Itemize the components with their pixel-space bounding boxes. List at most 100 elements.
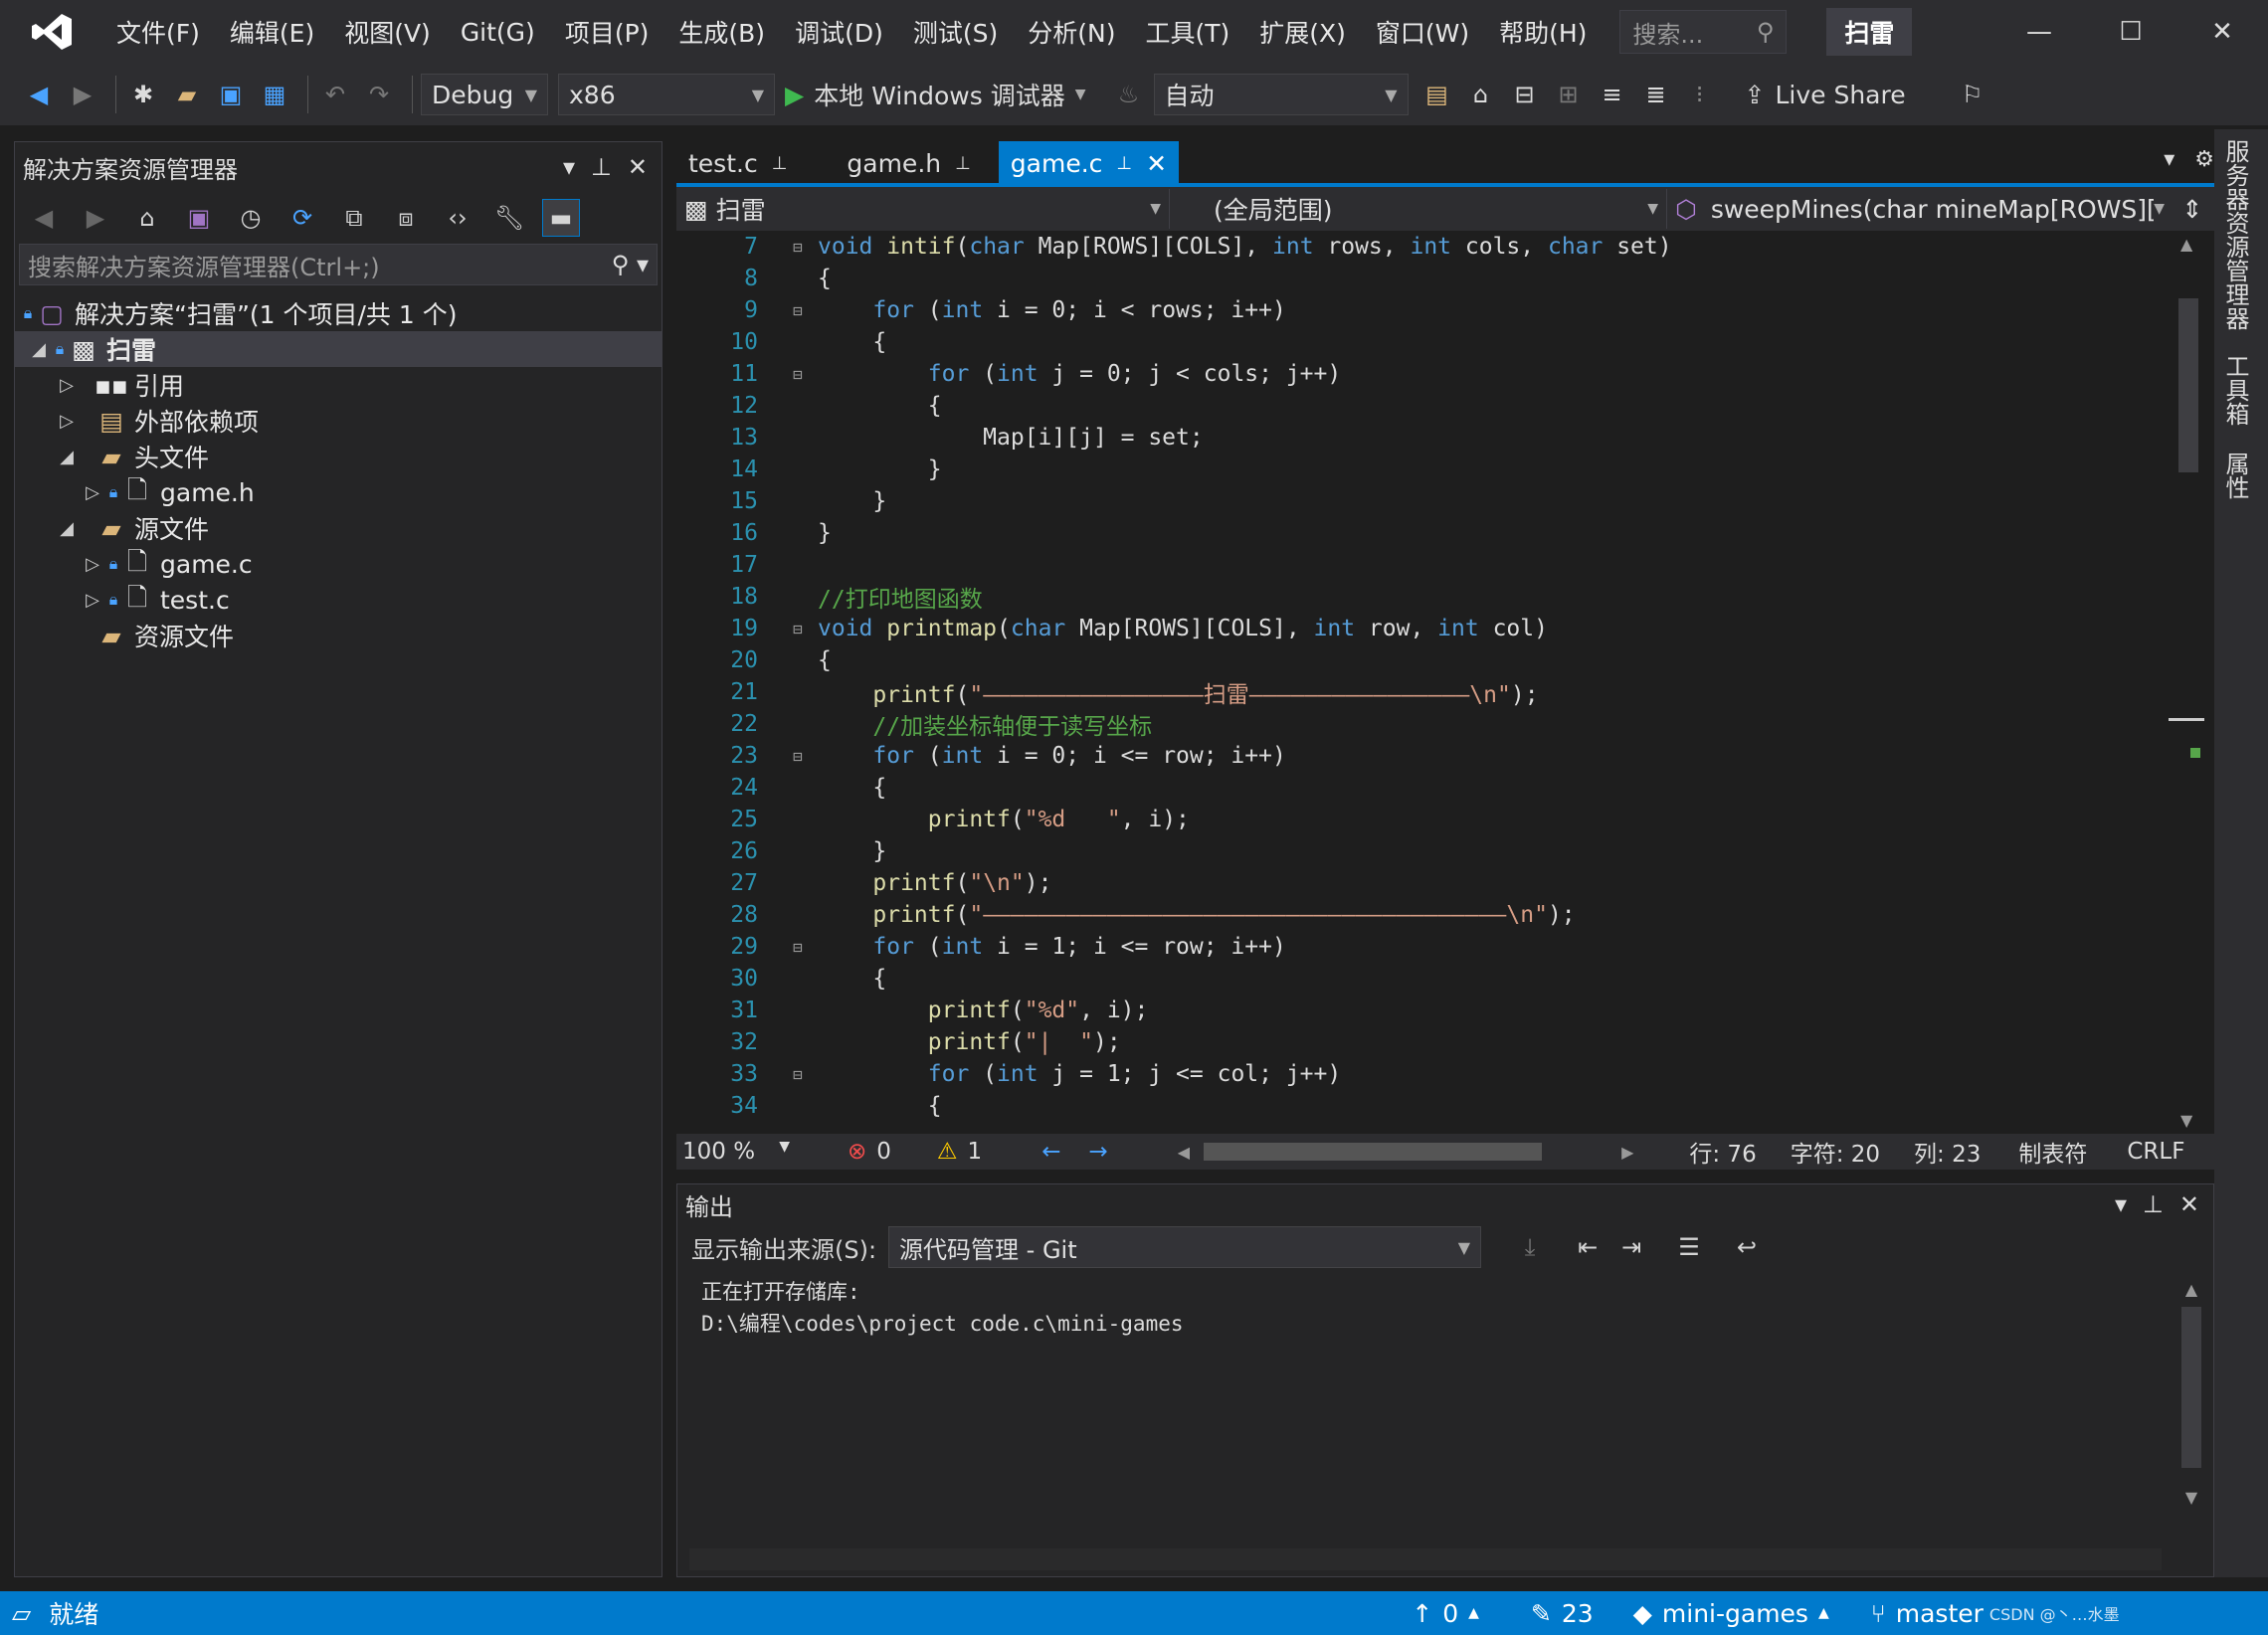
tab-test-c[interactable]: test.c ⊥ — [676, 141, 799, 185]
code-line[interactable]: 21 printf("————————————————扫雷———————————… — [676, 676, 2169, 708]
feedback-icon[interactable]: ⚐ — [1954, 76, 1991, 113]
hscroll-right-icon[interactable]: ▶ — [1621, 1143, 1633, 1162]
repo-selector[interactable]: ◆ mini-games ▲ — [1633, 1599, 1829, 1628]
search-input[interactable]: 搜索... ⚲ — [1619, 10, 1788, 54]
pending-edits[interactable]: ✎ 23 — [1531, 1599, 1594, 1628]
live-share-button[interactable]: ⇪ Live Share — [1745, 81, 1906, 109]
collapse-region-icon[interactable]: ⊟ — [778, 938, 818, 957]
split-icon[interactable]: ⇕ — [2173, 195, 2212, 224]
save-icon[interactable]: ▣ — [212, 76, 250, 113]
chevron-down-icon[interactable]: ▾ — [563, 153, 575, 181]
config-dropdown[interactable]: Debug ▼ — [421, 74, 548, 115]
menu-analyze[interactable]: 分析(N) — [1013, 14, 1130, 50]
collapsed-icon[interactable]: ▷ — [55, 411, 79, 432]
menu-test[interactable]: 测试(S) — [898, 14, 1013, 50]
code-line[interactable]: 23 ⊟ for (int i = 0; i <= row; i++) — [676, 740, 2169, 772]
next-message-icon[interactable]: ⇥ — [1612, 1228, 1650, 1266]
visual-studio-logo-icon[interactable] — [22, 12, 82, 52]
zoom-dropdown[interactable]: 100 % ▼ — [676, 1139, 796, 1165]
member-dropdown[interactable]: ⬡ sweepMines(char mineMap[ROWS][C ▼ — [1667, 189, 2173, 229]
scrollbar-thumb[interactable] — [2178, 298, 2198, 472]
uncomment-icon[interactable]: ⊞ — [1550, 76, 1588, 113]
close-window-icon[interactable]: ✕ — [2176, 0, 2268, 64]
expanded-icon[interactable]: ◢ — [27, 339, 51, 360]
code-line[interactable]: 26 } — [676, 835, 2169, 867]
expanded-icon[interactable]: ◢ — [55, 447, 79, 467]
code-line[interactable]: 22 //加装坐标轴便于读写坐标 — [676, 708, 2169, 740]
output-text[interactable]: 正在打开存储库: D:\编程\codes\project code.c\mini-… — [701, 1276, 1184, 1340]
comment-icon[interactable]: ⊟ — [1506, 76, 1544, 113]
gear-icon[interactable]: ⚙ — [2194, 147, 2214, 172]
maximize-icon[interactable]: ☐ — [2085, 0, 2176, 64]
collapse-region-icon[interactable]: ⊟ — [778, 238, 818, 257]
tab-overflow-icon[interactable]: ▾ — [2164, 147, 2174, 172]
tree-item-project[interactable]: ◢ 🔒︎ ▩ 扫雷 — [15, 331, 662, 367]
preview-icon[interactable]: ▬ — [542, 199, 580, 237]
code-line[interactable]: 16} — [676, 517, 2169, 549]
platform-dropdown[interactable]: x86 ▼ — [558, 74, 775, 115]
open-folder-icon[interactable]: ▰ — [168, 76, 206, 113]
line-indicator[interactable]: 行: 76 — [1689, 1135, 1756, 1169]
scroll-down-icon[interactable]: ▼ — [2180, 1111, 2192, 1130]
menu-file[interactable]: 文件(F) — [101, 14, 215, 50]
tree-item-solution[interactable]: 🔒︎ ▢ 解决方案“扫雷”(1 个项目/共 1 个) — [15, 295, 662, 331]
collapsed-icon[interactable]: ▷ — [55, 375, 79, 396]
menu-view[interactable]: 视图(V) — [329, 14, 446, 50]
find-in-files-icon[interactable]: ▤ — [1418, 76, 1456, 113]
menu-debug[interactable]: 调试(D) — [780, 14, 898, 50]
toolbar-overflow-icon[interactable]: ⁝ — [1681, 76, 1719, 113]
redo-icon[interactable]: ↷ — [360, 76, 398, 113]
code-line[interactable]: 12 { — [676, 390, 2169, 422]
push-count[interactable]: ↑ 0 ▲ — [1412, 1599, 1479, 1628]
tree-item-game-c[interactable]: ▷ 🔒︎ 🗋︎ game.c — [15, 546, 662, 582]
hscroll-left-icon[interactable]: ◀ — [1178, 1143, 1190, 1162]
scroll-up-icon[interactable]: ▲ — [2180, 235, 2192, 254]
code-line[interactable]: 19 ⊟ void printmap(char Map[ROWS][COLS], i… — [676, 613, 2169, 644]
close-icon[interactable]: ✕ — [2179, 1190, 2199, 1218]
output-source-dropdown[interactable]: 源代码管理 - Git ▼ — [888, 1226, 1482, 1268]
code-line[interactable]: 33 ⊟ for (int j = 1; j <= col; j++) — [676, 1058, 2169, 1090]
new-project-icon[interactable]: ✱ — [124, 76, 162, 113]
auto-dropdown[interactable]: 自动 ▼ — [1153, 74, 1409, 115]
forward-icon[interactable]: ▶ — [64, 76, 101, 113]
error-count[interactable]: ⊗ 0 — [848, 1139, 891, 1165]
scroll-down-icon[interactable]: ▼ — [2174, 1488, 2209, 1507]
start-debugger-button[interactable]: ▶ 本地 Windows 调试器 ▼ — [785, 77, 1086, 112]
prev-message-icon[interactable]: ⇤ — [1569, 1228, 1606, 1266]
col-indicator[interactable]: 列: 23 — [1914, 1135, 1981, 1169]
collapsed-icon[interactable]: ▷ — [81, 590, 104, 611]
code-line[interactable]: 30 { — [676, 963, 2169, 995]
code-line[interactable]: 20 { — [676, 644, 2169, 676]
code-line[interactable]: 15 } — [676, 485, 2169, 517]
tabs-indicator[interactable]: 制表符 — [2018, 1135, 2087, 1169]
side-tab-server-explorer[interactable]: 服务器资源管理器 — [2218, 139, 2253, 330]
tree-item-game-h[interactable]: ▷ 🔒︎ 🗋︎ game.h — [15, 474, 662, 510]
code-line[interactable]: 18 //打印地图函数 — [676, 581, 2169, 613]
menu-edit[interactable]: 编辑(E) — [215, 14, 329, 50]
tree-item-references[interactable]: ▷ ▪▪ 引用 — [15, 367, 662, 403]
close-icon[interactable]: ✕ — [628, 153, 648, 181]
pin-icon[interactable]: ⊥ — [591, 153, 612, 181]
pending-changes-icon[interactable]: ◷ — [232, 199, 270, 237]
tree-item-test-c[interactable]: ▷ 🔒︎ 🗋︎ test.c — [15, 582, 662, 618]
code-line[interactable]: 9 ⊟ for (int i = 0; i < rows; i++) — [676, 294, 2169, 326]
collapse-region-icon[interactable]: ⊟ — [778, 1065, 818, 1084]
code-line[interactable]: 31 printf("%d", i); — [676, 995, 2169, 1026]
switch-views-icon[interactable]: ▣ — [180, 199, 218, 237]
output-vertical-scrollbar[interactable]: ▲ ▼ — [2174, 1280, 2209, 1529]
back-icon[interactable]: ◀ — [25, 199, 63, 237]
home-icon[interactable]: ⌂ — [128, 199, 166, 237]
menu-window[interactable]: 窗口(W) — [1361, 14, 1484, 50]
code-line[interactable]: 14 } — [676, 454, 2169, 485]
project-dropdown[interactable]: ▩ 扫雷 ▼ — [676, 189, 1170, 229]
show-all-files-icon[interactable]: ⧈ — [387, 199, 425, 237]
code-line[interactable]: 10 { — [676, 326, 2169, 358]
pin-icon[interactable]: ⊥ — [1116, 153, 1132, 174]
code-line[interactable]: 32 printf("| "); — [676, 1026, 2169, 1058]
back-icon[interactable]: ◀ — [20, 76, 58, 113]
scope-dropdown[interactable]: (全局范围) ▼ — [1170, 189, 1667, 229]
save-all-icon[interactable]: ▦ — [256, 76, 293, 113]
clear-all-icon[interactable]: ☰ — [1670, 1228, 1708, 1266]
tab-game-h[interactable]: game.h ⊥ — [835, 141, 982, 185]
pin-icon[interactable]: ⊥ — [2143, 1190, 2164, 1218]
